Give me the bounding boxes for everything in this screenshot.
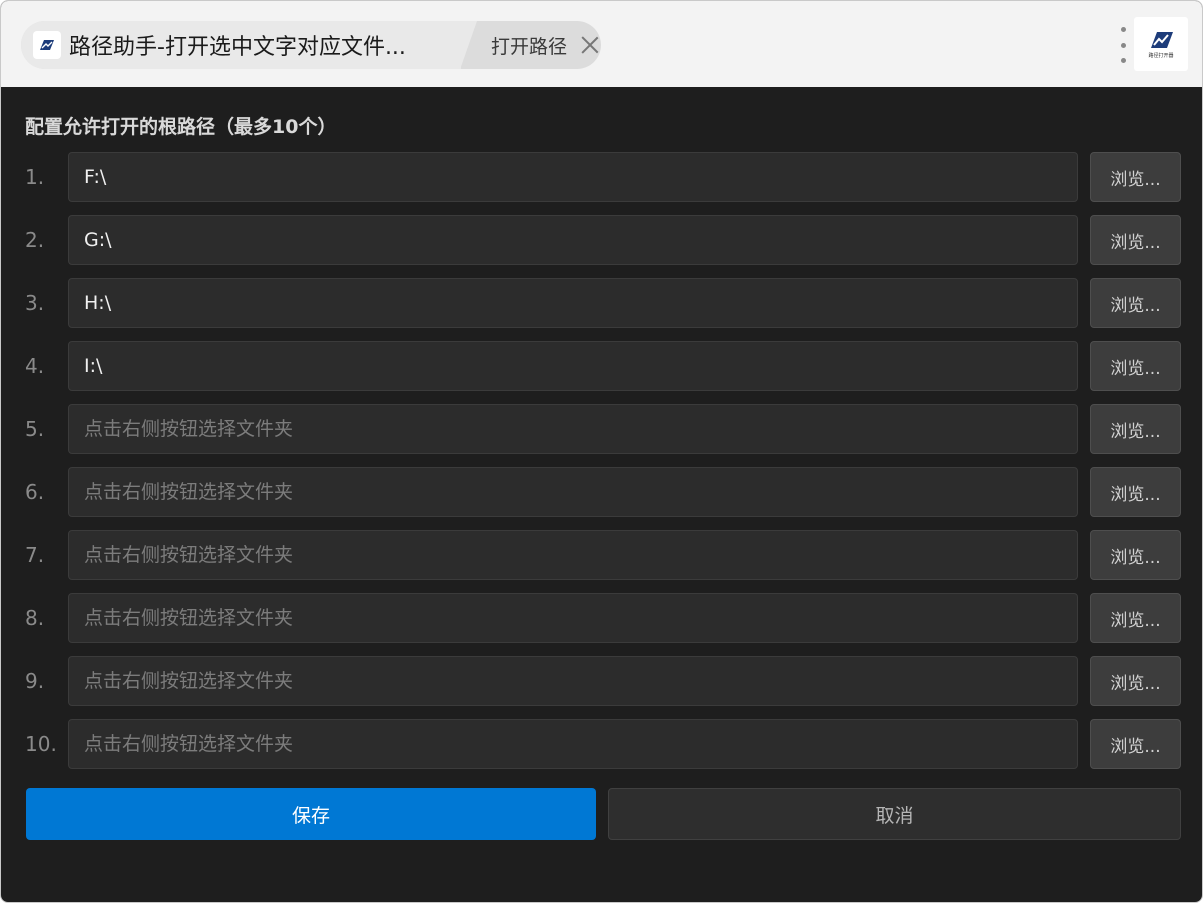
tab-separator — [453, 21, 477, 69]
path-row: 8. 浏览... — [1, 593, 1202, 643]
path-input[interactable] — [68, 656, 1078, 706]
more-options-icon[interactable] — [1113, 27, 1133, 63]
path-input[interactable] — [68, 278, 1078, 328]
row-number: 10. — [25, 732, 57, 756]
browse-button[interactable]: 浏览... — [1090, 530, 1181, 580]
tab-open-path[interactable]: 打开路径 — [491, 21, 601, 69]
row-number: 5. — [25, 417, 45, 441]
row-number: 1. — [25, 165, 45, 189]
browse-button[interactable]: 浏览... — [1090, 593, 1181, 643]
path-row: 3. 浏览... — [1, 278, 1202, 328]
tab-open-path-label: 打开路径 — [491, 35, 568, 58]
row-number: 2. — [25, 228, 45, 252]
row-number: 9. — [25, 669, 45, 693]
browse-button[interactable]: 浏览... — [1090, 719, 1181, 769]
tab-strip: 路径助手-打开选中文字对应文件... 打开路径 — [21, 21, 601, 69]
browse-button[interactable]: 浏览... — [1090, 656, 1181, 706]
path-input[interactable] — [68, 404, 1078, 454]
row-number: 4. — [25, 354, 45, 378]
app-logo-icon — [33, 31, 61, 59]
row-number: 7. — [25, 543, 45, 567]
path-input[interactable] — [68, 530, 1078, 580]
panel-heading: 配置允许打开的根路径（最多10个） — [25, 116, 337, 138]
path-row: 4. 浏览... — [1, 341, 1202, 391]
path-row: 6. 浏览... — [1, 467, 1202, 517]
browse-button[interactable]: 浏览... — [1090, 467, 1181, 517]
tab-main[interactable]: 路径助手-打开选中文字对应文件... — [21, 21, 461, 69]
path-input[interactable] — [68, 341, 1078, 391]
browse-button[interactable]: 浏览... — [1090, 152, 1181, 202]
logo-caption: 路径打开器 — [1148, 52, 1174, 59]
browse-button[interactable]: 浏览... — [1090, 278, 1181, 328]
path-row: 1. 浏览... — [1, 152, 1202, 202]
path-input[interactable] — [68, 467, 1078, 517]
path-input[interactable] — [68, 593, 1078, 643]
cancel-button[interactable]: 取消 — [608, 788, 1181, 840]
path-input[interactable] — [68, 719, 1078, 769]
path-row: 7. 浏览... — [1, 530, 1202, 580]
row-number: 3. — [25, 291, 45, 315]
app-logo-large-icon: 路径打开器 — [1134, 17, 1188, 71]
settings-panel: 配置允许打开的根路径（最多10个） 1. 浏览... 2. 浏览... 3. 浏… — [1, 87, 1202, 902]
close-icon[interactable] — [579, 34, 601, 56]
path-row: 10. 浏览... — [1, 719, 1202, 769]
browse-button[interactable]: 浏览... — [1090, 404, 1181, 454]
path-input[interactable] — [68, 215, 1078, 265]
row-number: 8. — [25, 606, 45, 630]
app-window: 路径助手-打开选中文字对应文件... 打开路径 路径打开器 配置允许打开的根路径… — [0, 0, 1203, 903]
save-button[interactable]: 保存 — [26, 788, 596, 840]
browse-button[interactable]: 浏览... — [1090, 341, 1181, 391]
path-row: 2. 浏览... — [1, 215, 1202, 265]
path-input[interactable] — [68, 152, 1078, 202]
path-row: 5. 浏览... — [1, 404, 1202, 454]
tab-title: 路径助手-打开选中文字对应文件... — [69, 35, 406, 60]
row-number: 6. — [25, 480, 45, 504]
path-row: 9. 浏览... — [1, 656, 1202, 706]
title-bar: 路径助手-打开选中文字对应文件... 打开路径 路径打开器 — [1, 1, 1202, 87]
browse-button[interactable]: 浏览... — [1090, 215, 1181, 265]
